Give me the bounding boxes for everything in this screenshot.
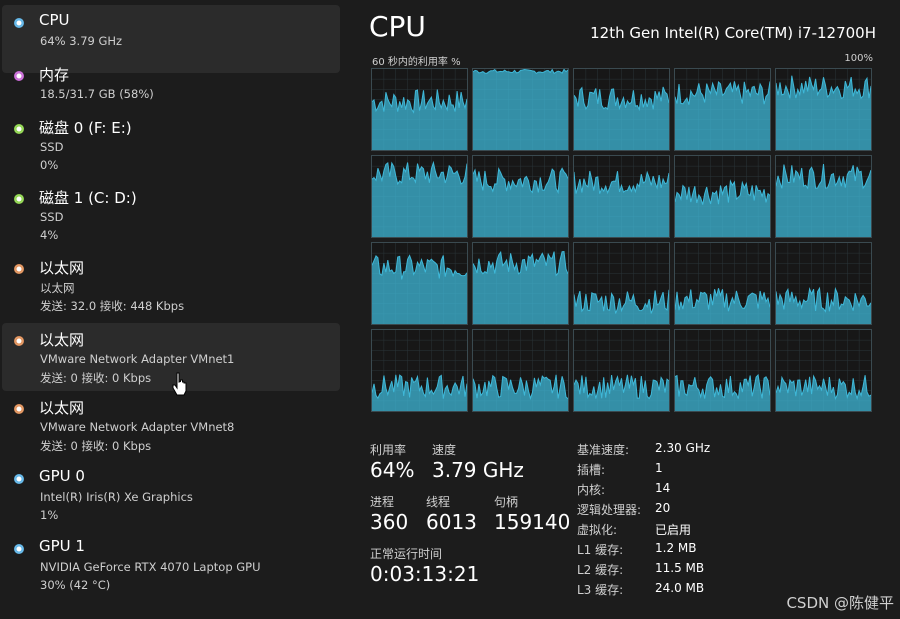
core-graph [371,242,468,325]
core-graph [573,68,670,151]
sidebar-item-detail: VMware Network Adapter VMnet8 [40,420,235,434]
core-graph [674,329,771,412]
processes-value: 360 [370,510,409,534]
sidebar-item-name: 内存 [39,66,70,84]
hand-cursor-icon [172,372,187,396]
watermark: CSDN @陈健平 [786,594,894,612]
sidebar-item-gpu0[interactable]: GPU 0 Intel(R) Iris(R) Xe Graphics 1% [2,461,340,529]
core-graph [674,68,771,151]
sidebar-item-detail: 18.5/31.7 GB (58%) [40,87,154,101]
sidebar-item-detail: SSD [40,210,64,224]
spec-value: 24.0 MB [655,581,705,595]
core-graph [674,155,771,238]
sidebar-item-detail: 发送: 0 接收: 0 Kbps [40,439,152,453]
sidebar-item-name: 以太网 [39,399,85,417]
memory-dot-icon [14,71,24,81]
sidebar-item-name: GPU 1 [39,537,85,555]
core-graph [371,68,468,151]
core-graph [371,329,468,412]
sidebar-item-name: 以太网 [39,259,85,277]
uptime-value: 0:03:13:21 [370,562,480,586]
spec-key: 基准速度: [577,443,630,457]
cpu-detail-panel: CPU 12th Gen Intel(R) Core(TM) i7-12700H… [355,0,900,619]
task-manager-window: CPU 64% 3.79 GHz 内存 18.5/31.7 GB (58%) 磁… [0,0,900,619]
core-graph [674,242,771,325]
sidebar-item-ethernet[interactable]: 以太网 以太网 发送: 32.0 接收: 448 Kbps [2,251,340,319]
utilization-label: 利用率 [370,443,407,457]
sidebar-item-detail: 30% (42 °C) [40,578,111,592]
core-graph [775,329,872,412]
gpu-dot-icon [14,474,24,484]
graph-caption: 60 秒内的利用率 % [372,57,461,68]
sidebar-item-ethernet-vmnet1[interactable]: 以太网 VMware Network Adapter VMnet1 发送: 0 … [2,323,340,391]
utilization-value: 64% [370,458,415,482]
disk-dot-icon [14,194,24,204]
ethernet-dot-icon [14,336,24,346]
sidebar-item-ethernet-vmnet8[interactable]: 以太网 VMware Network Adapter VMnet8 发送: 0 … [2,391,340,459]
processes-label: 进程 [370,495,395,509]
spec-value: 2.30 GHz [655,441,711,455]
sidebar-item-detail: SSD [40,140,64,154]
core-graph [775,68,872,151]
sidebar-item-detail: 4% [40,228,59,242]
core-graph [472,329,569,412]
disk-dot-icon [14,124,24,134]
spec-value: 1.2 MB [655,541,697,555]
spec-key: 虚拟化: [577,523,618,537]
sidebar-item-name: GPU 0 [39,467,85,485]
sidebar-item-detail: Intel(R) Iris(R) Xe Graphics [40,490,193,504]
ethernet-dot-icon [14,404,24,414]
threads-value: 6013 [426,510,477,534]
core-graph [472,155,569,238]
spec-value: 11.5 MB [655,561,705,575]
ethernet-dot-icon [14,264,24,274]
core-graph [573,329,670,412]
graph-max-label: 100% [844,53,873,64]
sidebar-item-detail: 以太网 [40,281,75,295]
spec-value: 已启用 [655,523,692,537]
core-graph [573,242,670,325]
threads-label: 线程 [426,495,451,509]
core-graph [573,155,670,238]
spec-key: L1 缓存: [577,543,624,557]
sidebar-item-detail: NVIDIA GeForce RTX 4070 Laptop GPU [40,560,261,574]
sidebar-item-name: 磁盘 1 (C: D:) [39,189,137,207]
sidebar-item-detail: 发送: 32.0 接收: 448 Kbps [40,299,185,313]
spec-value: 1 [655,461,663,475]
sidebar-item-detail: 64% 3.79 GHz [40,34,123,48]
core-graph [775,242,872,325]
page-title: CPU [369,10,426,43]
logical-processor-graphs [371,68,874,412]
spec-value: 20 [655,501,671,515]
spec-value: 14 [655,481,671,495]
spec-key: L2 缓存: [577,563,624,577]
core-graph [472,242,569,325]
sidebar-item-name: CPU [39,11,70,29]
core-graph [472,68,569,151]
cpu-model-name: 12th Gen Intel(R) Core(TM) i7-12700H [590,24,876,42]
sidebar-item-detail: 1% [40,508,59,522]
speed-value: 3.79 GHz [432,458,524,482]
cpu-dot-icon [14,18,24,28]
handles-label: 句柄 [494,495,519,509]
spec-key: 内核: [577,483,606,497]
sidebar-item-name: 以太网 [39,331,85,349]
sidebar-item-gpu1[interactable]: GPU 1 NVIDIA GeForce RTX 4070 Laptop GPU… [2,531,340,599]
spec-key: 插槽: [577,463,606,477]
sidebar-item-detail: 发送: 0 接收: 0 Kbps [40,371,152,385]
speed-label: 速度 [432,443,457,457]
performance-sidebar: CPU 64% 3.79 GHz 内存 18.5/31.7 GB (58%) 磁… [0,0,343,619]
sidebar-item-detail: VMware Network Adapter VMnet1 [40,352,235,366]
sidebar-item-name: 磁盘 0 (F: E:) [39,119,132,137]
core-graph [371,155,468,238]
spec-key: 逻辑处理器: [577,503,642,517]
uptime-label: 正常运行时间 [370,547,443,561]
core-graph [775,155,872,238]
gpu-dot-icon [14,544,24,554]
spec-key: L3 缓存: [577,583,624,597]
sidebar-item-disk0[interactable]: 磁盘 0 (F: E:) SSD 0% [2,111,340,179]
sidebar-item-detail: 0% [40,158,59,172]
sidebar-item-disk1[interactable]: 磁盘 1 (C: D:) SSD 4% [2,181,340,249]
handles-value: 159140 [494,510,571,534]
